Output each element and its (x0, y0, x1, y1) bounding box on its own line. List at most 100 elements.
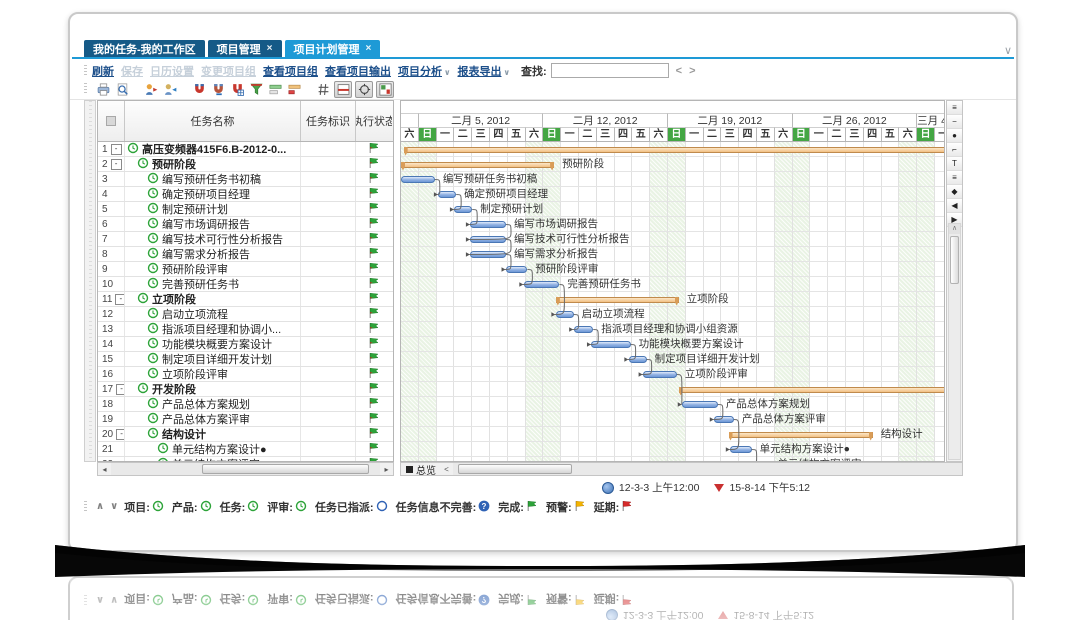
toolbar-drag-handle[interactable] (84, 83, 87, 95)
table-row[interactable]: 15制定项目详细开发计划 (98, 352, 393, 367)
zoom-fit-button[interactable] (229, 82, 245, 97)
gantt-task-bar[interactable] (629, 356, 647, 363)
scroll-up-button[interactable]: ∧ (949, 224, 960, 234)
gantt-summary-bar[interactable] (401, 162, 554, 168)
gantt-task-bar[interactable] (591, 341, 630, 348)
gantt-task-bar[interactable] (438, 191, 456, 198)
show-progress-button[interactable] (286, 82, 302, 97)
table-row[interactable]: 4确定预研项目经理 (98, 187, 393, 202)
rows-icon[interactable]: ≡ (947, 171, 962, 185)
table-row[interactable]: 12启动立项流程 (98, 307, 393, 322)
label-icon[interactable]: T (947, 157, 962, 171)
toolbar-link[interactable]: 报表导出∨ (458, 63, 511, 79)
toolbar-link[interactable]: 项目分析∨ (398, 63, 451, 79)
table-row[interactable]: 9预研阶段评审 (98, 262, 393, 277)
vertical-scrollbar-thumb[interactable] (950, 236, 959, 284)
zoom-out-button[interactable] (210, 82, 226, 97)
search-input[interactable] (551, 63, 669, 78)
toolbar-link[interactable]: 查看项目组 (263, 63, 318, 79)
gantt-summary-bar[interactable] (556, 297, 679, 303)
tab-project-management[interactable]: 项目管理 × (208, 40, 282, 57)
overview-toggle[interactable]: 总览 (416, 462, 436, 477)
tab-my-tasks-workspace[interactable]: 我的任务-我的工作区 (84, 40, 205, 57)
gantt-task-bar[interactable] (524, 281, 560, 288)
gantt-task-bar[interactable] (470, 221, 506, 228)
table-row[interactable]: 11-立项阶段 (98, 292, 393, 307)
task-name-cell: 制定预研计划 (125, 202, 301, 216)
gantt-task-bar[interactable] (506, 266, 527, 273)
expand-toggle-icon[interactable]: - (116, 429, 125, 440)
timescale-button[interactable] (315, 82, 331, 97)
assign-resource-button[interactable] (143, 82, 159, 97)
table-row[interactable]: 14功能模块概要方案设计 (98, 337, 393, 352)
filter-button[interactable] (248, 82, 264, 97)
table-row[interactable]: 1-高压变频器415F6.B-2012-0... (98, 142, 393, 157)
table-row[interactable]: 8编写需求分析报告 (98, 247, 393, 262)
chevron-down-icon[interactable]: ∨ (1004, 44, 1012, 57)
table-row[interactable]: 21单元结构方案设计● (98, 442, 393, 457)
legend-expand-button[interactable]: ∨ (110, 502, 118, 512)
overview-collapse-button[interactable]: < (440, 465, 453, 474)
table-row[interactable]: 5制定预研计划 (98, 202, 393, 217)
gantt-task-bar[interactable] (470, 251, 506, 258)
find-previous-button[interactable]: < (676, 65, 682, 77)
scroll-left-button[interactable]: ◂ (98, 465, 111, 474)
table-row[interactable]: 6编写市场调研报告 (98, 217, 393, 232)
diamond-icon[interactable]: ◆ (947, 185, 962, 199)
expand-toggle-icon[interactable]: - (111, 144, 122, 155)
gantt-task-bar[interactable] (454, 206, 472, 213)
print-button[interactable] (95, 82, 111, 97)
expand-toggle-icon[interactable]: - (116, 384, 125, 395)
close-icon[interactable]: × (366, 43, 372, 54)
gantt-task-bar[interactable] (643, 371, 677, 378)
toolbar-link[interactable]: 刷新 (92, 63, 114, 79)
toolbar-link[interactable]: 查看项目输出 (325, 63, 391, 79)
expand-toggle-icon[interactable]: - (115, 294, 125, 305)
collapse-icon[interactable]: − (947, 115, 962, 129)
gantt-summary-bar[interactable] (679, 387, 944, 393)
task-name: 产品总体方案评审 (125, 412, 250, 426)
legend-collapse-button[interactable]: ∧ (96, 502, 104, 512)
table-header-row: 任务名称 任务标识 执行状态 (98, 101, 393, 142)
select-all-header[interactable] (98, 101, 125, 141)
legend-drag-handle[interactable] (84, 501, 87, 513)
gantt-task-bar[interactable] (730, 446, 751, 453)
table-row[interactable]: 16立项阶段评审 (98, 367, 393, 382)
menu-icon[interactable]: ≡ (947, 101, 962, 115)
scroll-left-icon[interactable]: ◀ (947, 199, 962, 213)
zoom-in-button[interactable] (191, 82, 207, 97)
find-next-button[interactable]: > (689, 65, 695, 77)
tab-project-plan-management[interactable]: 项目计划管理 × (285, 40, 381, 57)
table-row[interactable]: 13指派项目经理和协调小... (98, 322, 393, 337)
corner-icon[interactable]: ⌐ (947, 143, 962, 157)
locate-task-button[interactable] (355, 81, 373, 98)
table-row[interactable]: 18产品总体方案规划 (98, 397, 393, 412)
scroll-right-button[interactable]: ▸ (380, 465, 393, 474)
resource-status-button[interactable] (162, 82, 178, 97)
toolbar-drag-handle[interactable] (84, 65, 87, 77)
show-baseline-button[interactable] (267, 82, 283, 97)
gantt-summary-bar[interactable] (404, 147, 944, 153)
table-row[interactable]: 20-结构设计 (98, 427, 393, 442)
table-row[interactable]: 3编写预研任务书初稿 (98, 172, 393, 187)
expand-toggle-icon[interactable]: - (111, 159, 122, 170)
gantt-task-bar[interactable] (682, 401, 718, 408)
gantt-task-bar[interactable] (714, 416, 734, 423)
table-row[interactable]: 17-开发阶段 (98, 382, 393, 397)
gantt-task-bar[interactable] (401, 176, 435, 183)
gantt-summary-bar[interactable] (729, 432, 873, 438)
horizontal-scrollbar-thumb[interactable] (458, 464, 572, 474)
split-view-button[interactable] (334, 81, 352, 98)
marker-icon[interactable]: ● (947, 129, 962, 143)
horizontal-scrollbar-thumb[interactable] (202, 464, 369, 474)
close-icon[interactable]: × (267, 43, 273, 54)
gantt-task-bar[interactable] (574, 326, 594, 333)
print-preview-button[interactable] (114, 82, 130, 97)
table-row[interactable]: 10完善预研任务书 (98, 277, 393, 292)
gantt-task-bar[interactable] (556, 311, 574, 318)
overview-button[interactable] (376, 81, 394, 98)
gantt-task-bar[interactable] (470, 236, 506, 243)
table-row[interactable]: 19产品总体方案评审 (98, 412, 393, 427)
table-row[interactable]: 7编写技术可行性分析报告 (98, 232, 393, 247)
table-row[interactable]: 2-预研阶段 (98, 157, 393, 172)
